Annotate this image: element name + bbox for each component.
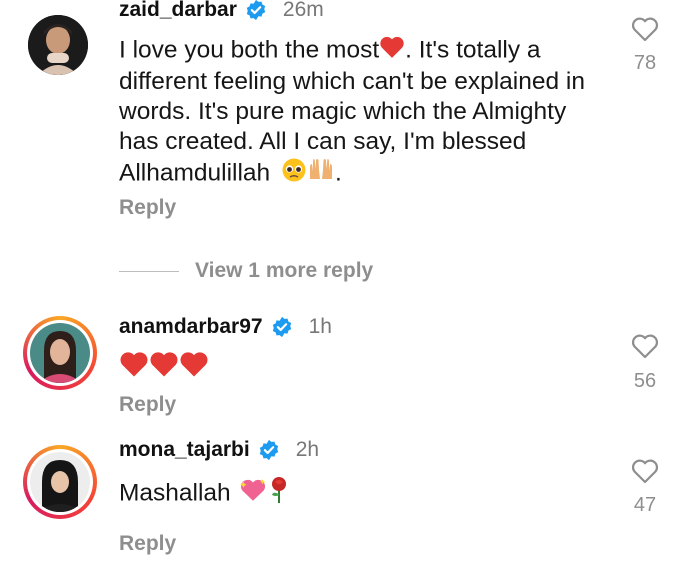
red-heart-emoji-icon xyxy=(119,350,149,386)
sparkling-heart-emoji-icon xyxy=(238,477,268,511)
comment-text xyxy=(119,350,599,380)
like-heart-icon[interactable] xyxy=(630,457,660,485)
like-count: 78 xyxy=(633,52,657,74)
red-heart-emoji-icon xyxy=(379,35,405,67)
comment-text-line: different feeling which can't be explain… xyxy=(119,68,585,95)
comment-header: mona_tajarbi 2h xyxy=(119,437,319,463)
comment-text-line: . It's totally a xyxy=(405,36,541,64)
verified-badge-icon xyxy=(271,316,293,338)
username[interactable]: mona_tajarbi xyxy=(119,438,250,462)
timestamp: 26m xyxy=(282,0,324,21)
divider-line xyxy=(119,270,179,272)
like-count: 47 xyxy=(633,494,657,516)
rose-emoji-icon xyxy=(268,476,290,512)
reply-button[interactable]: Reply xyxy=(119,196,176,220)
pleading-face-emoji-icon xyxy=(281,157,307,191)
comment-header: zaid_darbar 26m xyxy=(119,0,324,23)
comment-text: I love you both the most . It's totally a… xyxy=(119,35,599,191)
verified-badge-icon xyxy=(258,439,280,461)
username[interactable]: anamdarbar97 xyxy=(119,315,263,339)
comment-text-line: . xyxy=(334,159,342,187)
view-more-replies[interactable]: View 1 more reply xyxy=(119,258,373,284)
avatar-ring-gap xyxy=(27,320,93,386)
comment-text-line: Mashallah xyxy=(119,479,231,507)
avatar-story-ring[interactable] xyxy=(23,445,97,519)
reply-button[interactable]: Reply xyxy=(119,393,176,417)
like-heart-icon[interactable] xyxy=(630,332,660,360)
username[interactable]: zaid_darbar xyxy=(119,0,237,22)
palms-up-emoji-icon xyxy=(307,157,335,191)
avatar[interactable] xyxy=(28,15,88,75)
like-count: 56 xyxy=(633,370,657,392)
comment-text-line: Allhamdulillah xyxy=(119,159,271,187)
comment-text-line: has created. All I can say, I'm blessed xyxy=(119,128,527,155)
view-more-replies-label[interactable]: View 1 more reply xyxy=(195,259,373,283)
timestamp: 1h xyxy=(308,315,332,338)
like-heart-icon[interactable] xyxy=(630,15,660,43)
reply-button[interactable]: Reply xyxy=(119,532,176,556)
avatar-story-ring[interactable] xyxy=(23,316,97,390)
comment-header: anamdarbar97 1h xyxy=(119,314,332,340)
verified-badge-icon xyxy=(245,0,267,21)
red-heart-emoji-icon xyxy=(179,350,209,386)
comment-text-line: I love you both the most xyxy=(119,36,380,64)
red-heart-emoji-icon xyxy=(149,350,179,386)
timestamp: 2h xyxy=(295,438,320,461)
avatar-ring-gap xyxy=(27,449,93,515)
avatar xyxy=(30,323,90,383)
comment-text-line: words. It's pure magic which the Almight… xyxy=(119,98,567,125)
comment-text: Mashallah xyxy=(119,476,599,512)
avatar xyxy=(30,452,90,512)
